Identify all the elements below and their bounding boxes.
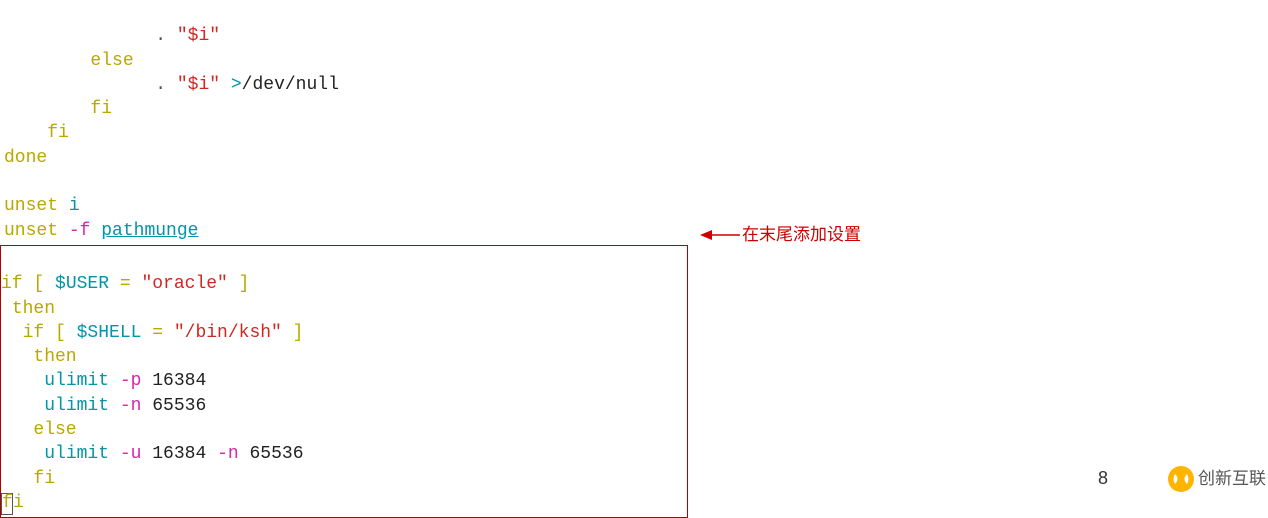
keyword-unset: unset [4, 196, 58, 216]
num-16384: 16384 [152, 371, 206, 391]
annotation-text: 在末尾添加设置 [742, 224, 861, 247]
num-65536: 65536 [249, 444, 303, 464]
cmd-ulimit: ulimit [44, 444, 109, 464]
flag-f: -f [58, 221, 101, 241]
keyword-if: if [1, 274, 23, 294]
keyword-done: done [4, 148, 47, 168]
annotation-label: 在末尾添加设置 [700, 224, 861, 247]
cmd-ulimit: ulimit [44, 371, 109, 391]
keyword-else: else [33, 420, 76, 440]
highlighted-code-box: if [ $USER = "oracle" ] then if [ $SHELL… [0, 245, 688, 518]
var-i: i [58, 196, 80, 216]
arrow-left-icon [700, 229, 740, 241]
page-number: 8 [1098, 466, 1108, 490]
num-65536: 65536 [152, 396, 206, 416]
bracket-left: [ [44, 323, 76, 343]
logo-icon [1168, 466, 1194, 492]
bracket-left: [ [23, 274, 55, 294]
num-16384: 16384 [152, 444, 206, 464]
cmd-ulimit: ulimit [44, 396, 109, 416]
bracket-right: ] [228, 274, 250, 294]
bracket-right: ] [282, 323, 304, 343]
equals-op: = [109, 274, 141, 294]
flag-n: -n [206, 444, 249, 464]
flag-n: -n [109, 396, 152, 416]
keyword-then: then [33, 347, 76, 367]
equals-op: = [141, 323, 173, 343]
func-pathmunge: pathmunge [101, 221, 198, 241]
flag-u: -u [109, 444, 152, 464]
keyword-fi: fi [47, 123, 69, 143]
var-user: $USER [55, 274, 109, 294]
var-shell: $SHELL [77, 323, 142, 343]
keyword-fi: fi [33, 469, 55, 489]
watermark-text: 创新互联 [1198, 468, 1266, 491]
dev-null: /dev/null [242, 75, 339, 95]
keyword-else: else [90, 51, 133, 71]
string-literal: "$i" [177, 75, 220, 95]
string-literal: "$i" [177, 26, 220, 46]
string-ksh: "/bin/ksh" [174, 323, 282, 343]
keyword-unset: unset [4, 221, 58, 241]
dot-operator: . [155, 26, 177, 46]
flag-p: -p [109, 371, 152, 391]
watermark: 创新互联 [1168, 466, 1266, 492]
string-oracle: "oracle" [141, 274, 227, 294]
keyword-then: then [12, 299, 55, 319]
dot-operator: . [155, 75, 177, 95]
code-snippet-upper: . "$i" else . "$i" >/dev/null fi fi done… [0, 0, 1268, 243]
keyword-if: if [23, 323, 45, 343]
keyword-fi-partial: i [13, 493, 24, 513]
redirect-op: > [220, 75, 242, 95]
keyword-fi: fi [90, 99, 112, 119]
